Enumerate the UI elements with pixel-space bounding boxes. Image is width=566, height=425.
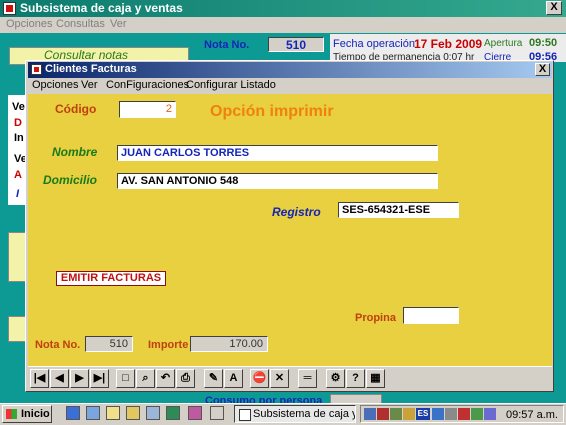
tray-icon-7[interactable] bbox=[471, 408, 483, 420]
app-shortcut-icon[interactable] bbox=[166, 406, 180, 420]
tray-icon-2[interactable] bbox=[377, 408, 389, 420]
ie-icon[interactable] bbox=[66, 406, 80, 420]
folder-icon[interactable] bbox=[126, 406, 140, 420]
media-icon[interactable] bbox=[188, 406, 202, 420]
new-record-icon[interactable]: □ bbox=[116, 369, 135, 388]
dialog-body bbox=[28, 94, 552, 366]
dialog-menu-bar: Opciones Ver ConFiguraciones Configurar … bbox=[28, 78, 552, 94]
emitir-facturas-button[interactable]: EMITIR FACTURAS bbox=[56, 271, 166, 286]
registro-input[interactable]: SES-654321-ESE bbox=[338, 202, 459, 218]
last-record-icon[interactable]: ▶| bbox=[90, 369, 109, 388]
importe-label: Importe bbox=[148, 339, 189, 351]
main-nota-label: Nota No. bbox=[204, 39, 250, 51]
delete-icon[interactable]: ✕ bbox=[270, 369, 289, 388]
help-icon[interactable]: ? bbox=[346, 369, 365, 388]
main-title-bar: Subsistema de caja y ventas X bbox=[0, 0, 566, 17]
tray-icon-8[interactable] bbox=[484, 408, 496, 420]
main-title: Subsistema de caja y ventas bbox=[20, 1, 183, 15]
find-binoculars-icon[interactable]: ⌕ bbox=[136, 369, 155, 388]
network-icon[interactable] bbox=[146, 406, 160, 420]
prev-record-icon[interactable]: ◀ bbox=[50, 369, 69, 388]
propina-label: Propina bbox=[355, 312, 396, 324]
left-tab-2[interactable] bbox=[8, 316, 26, 342]
registro-label: Registro bbox=[272, 205, 321, 219]
left-letter-2: D bbox=[14, 117, 22, 129]
left-tab-1[interactable] bbox=[8, 232, 26, 282]
calculator-icon[interactable]: ▦ bbox=[366, 369, 385, 388]
domicilio-input[interactable]: AV. SAN ANTONIO 548 bbox=[117, 173, 438, 189]
apertura-value: 09:50 bbox=[529, 37, 558, 49]
dialog-close-button[interactable]: X bbox=[535, 63, 550, 76]
explorer-icon[interactable] bbox=[86, 406, 100, 420]
volume-icon[interactable] bbox=[445, 408, 457, 420]
notepad-icon[interactable] bbox=[106, 406, 120, 420]
codigo-label: Código bbox=[55, 102, 97, 116]
tray-icon-6[interactable] bbox=[458, 408, 470, 420]
propina-input[interactable] bbox=[403, 307, 459, 324]
left-letter-5: A bbox=[14, 169, 22, 181]
first-record-icon[interactable]: |◀ bbox=[30, 369, 49, 388]
language-indicator[interactable]: ES bbox=[416, 408, 430, 420]
main-close-button[interactable]: X bbox=[546, 1, 562, 15]
tray-icon-4[interactable] bbox=[403, 408, 415, 420]
next-record-icon[interactable]: ▶ bbox=[70, 369, 89, 388]
properties-icon[interactable]: ⚙ bbox=[326, 369, 345, 388]
left-letter-1: Ve bbox=[12, 101, 25, 113]
dialog-title: Clientes Facturas bbox=[45, 63, 137, 75]
print-icon[interactable]: ⎙ bbox=[176, 369, 195, 388]
dialog-icon bbox=[31, 64, 42, 75]
dialog-menu-ver[interactable]: Ver bbox=[81, 79, 98, 91]
desktop-icon[interactable] bbox=[210, 406, 224, 420]
start-button[interactable]: Inicio bbox=[2, 405, 52, 423]
opcion-imprimir-label: Opción imprimir bbox=[210, 103, 334, 120]
edit-icon[interactable]: ✎ bbox=[204, 369, 223, 388]
dialog-nota-input[interactable]: 510 bbox=[85, 336, 133, 352]
fecha-value: 17 Feb 2009 bbox=[414, 37, 483, 51]
clock: 09:57 a.m. bbox=[506, 409, 558, 421]
app-icon bbox=[3, 2, 16, 15]
main-menu-ver[interactable]: Ver bbox=[110, 18, 127, 30]
dialog-menu-configuraciones[interactable]: ConFiguraciones bbox=[106, 79, 189, 91]
tray-icon-3[interactable] bbox=[390, 408, 402, 420]
main-menu-bar: Opciones Consultas Ver bbox=[0, 17, 566, 33]
importe-input[interactable]: 170.00 bbox=[190, 336, 268, 352]
dialog-menu-opciones[interactable]: Opciones bbox=[32, 79, 78, 91]
left-letter-6: I bbox=[16, 188, 20, 200]
nombre-label: Nombre bbox=[52, 145, 98, 159]
taskbar-app-button[interactable]: Subsistema de caja y... bbox=[234, 405, 356, 423]
main-nota-value: 510 bbox=[268, 37, 324, 52]
dialog-toolbar: |◀ ◀ ▶ ▶| □ ⌕ ↶ ⎙ ✎ A ⛔ ✕ ═ ⚙ ? ▦ bbox=[28, 366, 552, 390]
fecha-label: Fecha operación bbox=[333, 38, 415, 50]
tray-icon-5[interactable] bbox=[432, 408, 444, 420]
equals-icon[interactable]: ═ bbox=[298, 369, 317, 388]
dialog-title-bar: Clientes Facturas X bbox=[28, 62, 552, 78]
font-icon[interactable]: A bbox=[224, 369, 243, 388]
left-letter-3: In bbox=[14, 132, 24, 144]
domicilio-label: Domicilio bbox=[43, 173, 98, 187]
stop-icon[interactable]: ⛔ bbox=[250, 369, 269, 388]
codigo-input[interactable]: 2 bbox=[119, 101, 176, 118]
main-menu-opciones[interactable]: Opciones bbox=[6, 18, 52, 30]
apertura-label: Apertura bbox=[484, 38, 523, 49]
dialog-menu-configurar-listado[interactable]: Configurar Listado bbox=[186, 79, 276, 91]
nombre-input[interactable]: JUAN CARLOS TORRES bbox=[117, 145, 438, 161]
main-menu-consultas[interactable]: Consultas bbox=[56, 18, 105, 30]
undo-icon[interactable]: ↶ bbox=[156, 369, 175, 388]
tray-icon-1[interactable] bbox=[364, 408, 376, 420]
dialog-nota-label: Nota No. bbox=[35, 339, 81, 351]
